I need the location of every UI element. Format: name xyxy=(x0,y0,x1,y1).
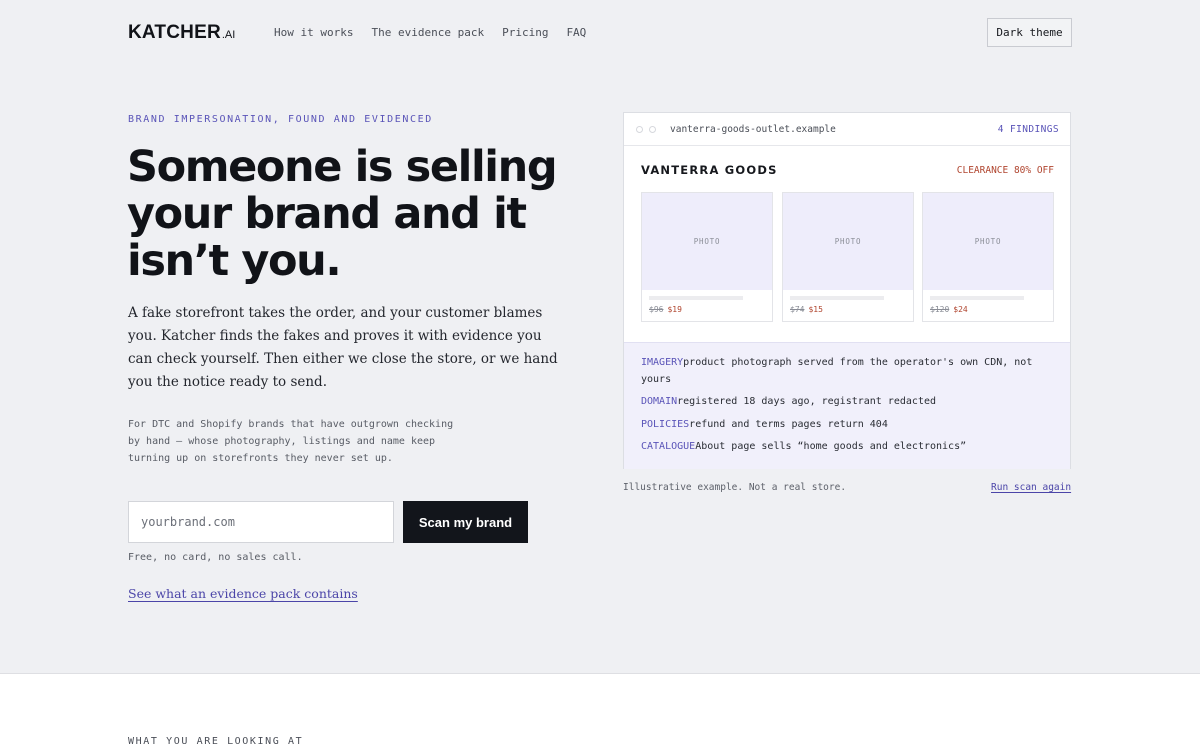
nav-evidence-pack[interactable]: The evidence pack xyxy=(371,26,484,39)
store-name: VANTERRA GOODS xyxy=(641,163,778,177)
new-price: $24 xyxy=(953,305,968,314)
product-title-bar xyxy=(930,296,1024,300)
hero-eyebrow: BRAND IMPERSONATION, FOUND AND EVIDENCED xyxy=(128,114,433,125)
window-dot-icon xyxy=(636,126,643,133)
new-price: $15 xyxy=(808,305,823,314)
product-tile: PHOTO $74 $15 xyxy=(782,192,914,322)
product-tile: PHOTO $120 $24 xyxy=(922,192,1054,322)
hero-headline: Someone is selling your brand and it isn… xyxy=(127,142,558,286)
finding-tag: DOMAIN xyxy=(641,396,678,407)
product-title-bar xyxy=(649,296,743,300)
hero-lede: A fake storefront takes the order, and y… xyxy=(128,305,558,390)
clearance-banner: CLEARANCE 80% OFF xyxy=(956,165,1054,176)
finding-catalogue: CATALOGUEAbout page sells “home goods an… xyxy=(641,439,1054,456)
finding-tag: POLICIES xyxy=(641,418,690,430)
logo-suffix: .AI xyxy=(221,29,236,41)
photo-label: PHOTO xyxy=(974,237,1002,246)
product-price: $74 $15 xyxy=(790,305,823,314)
finding-text: product photograph served from the opera… xyxy=(641,357,1033,385)
finding-tag: IMAGERY xyxy=(641,357,684,368)
product-title-bar xyxy=(790,296,884,300)
brand-domain-input[interactable] xyxy=(128,501,394,543)
photo-label: PHOTO xyxy=(834,237,862,246)
old-price: $120 xyxy=(930,305,950,314)
product-price: $120 $24 xyxy=(930,305,968,314)
findings-count: 4 FINDINGS xyxy=(997,124,1059,135)
finding-domain: DOMAINregistered 18 days ago, registrant… xyxy=(641,394,1054,411)
demo-storefront-card: vanterra-goods-outlet.example 4 FINDINGS… xyxy=(623,112,1071,469)
evidence-pack-link[interactable]: See what an evidence pack contains xyxy=(128,586,358,601)
nav-faq[interactable]: FAQ xyxy=(566,26,586,39)
product-price: $96 $19 xyxy=(649,305,682,314)
scan-my-brand-button[interactable]: Scan my brand xyxy=(403,501,528,543)
nav-pricing[interactable]: Pricing xyxy=(502,26,548,39)
finding-imagery: IMAGERYproduct photograph served from th… xyxy=(641,355,1054,388)
finding-text: About page sells “home goods and electro… xyxy=(695,441,967,452)
finding-policies: POLICIESrefund and terms pages return 40… xyxy=(641,417,1054,434)
finding-tag: CATALOGUE xyxy=(641,441,696,452)
logo-wordmark: KATCHER xyxy=(128,22,221,43)
what-you-are-looking-at-section: WHAT YOU ARE LOOKING AT xyxy=(0,673,1200,750)
product-tile: PHOTO $96 $19 xyxy=(641,192,773,322)
illustrative-note: Illustrative example. Not a real store. xyxy=(623,482,847,493)
finding-text: refund and terms pages return 404 xyxy=(689,418,888,430)
dark-theme-button[interactable]: Dark theme xyxy=(987,18,1072,47)
section-eyebrow: WHAT YOU ARE LOOKING AT xyxy=(128,736,304,747)
free-note: Free, no card, no sales call. xyxy=(128,552,303,563)
logo[interactable]: KATCHER .AI xyxy=(128,22,235,44)
photo-label: PHOTO xyxy=(693,237,721,246)
nav-how-it-works[interactable]: How it works xyxy=(274,26,353,39)
old-price: $96 xyxy=(649,305,664,314)
main-nav: How it works The evidence pack Pricing F… xyxy=(274,26,586,39)
storefront-url: vanterra-goods-outlet.example xyxy=(670,124,836,135)
browser-bar: vanterra-goods-outlet.example 4 FINDINGS xyxy=(624,113,1070,146)
window-dot-icon xyxy=(649,126,656,133)
finding-text: registered 18 days ago, registrant redac… xyxy=(677,396,937,407)
findings-panel: IMAGERYproduct photograph served from th… xyxy=(624,342,1070,469)
run-scan-again-link[interactable]: Run scan again xyxy=(991,482,1071,493)
old-price: $74 xyxy=(790,305,805,314)
new-price: $19 xyxy=(667,305,682,314)
hero-subtext: For DTC and Shopify brands that have out… xyxy=(128,419,454,464)
